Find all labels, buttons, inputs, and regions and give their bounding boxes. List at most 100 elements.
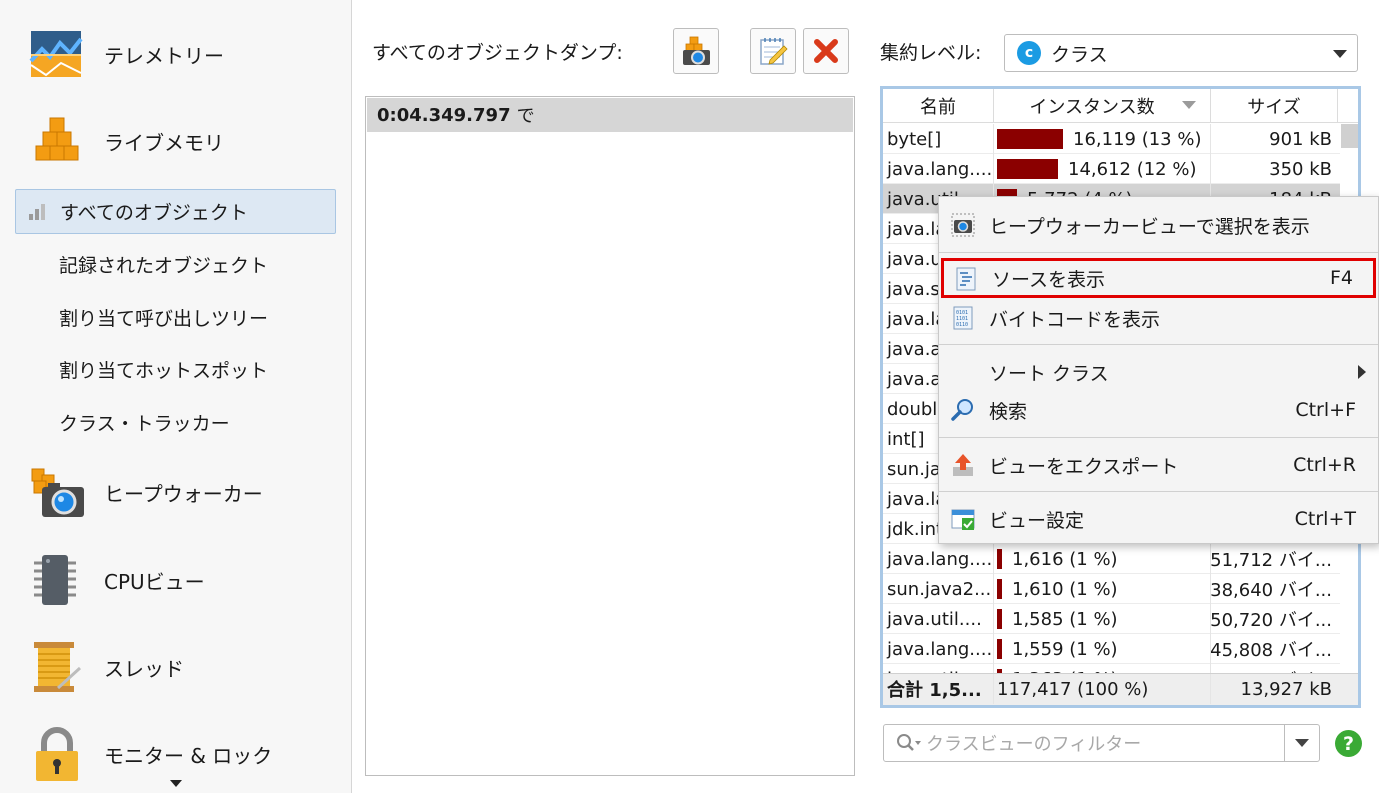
filter-dropdown-button[interactable] bbox=[1284, 725, 1319, 761]
total-name: 合計 1,5... bbox=[883, 674, 994, 704]
cell-class-name: java.util.... bbox=[883, 604, 994, 634]
take-heap-snapshot-button[interactable] bbox=[673, 28, 719, 74]
sidebar-item-recorded-objects[interactable]: 記録されたオブジェクト bbox=[15, 242, 336, 287]
sidebar-section-threads[interactable]: スレッド bbox=[0, 627, 351, 707]
instance-count-text: 14,612 (12 %) bbox=[1068, 158, 1197, 180]
table-scrollbar[interactable] bbox=[1341, 124, 1358, 148]
camera-icon bbox=[951, 213, 975, 237]
total-count: 117,417 (100 %) bbox=[994, 674, 1211, 704]
menu-separator bbox=[939, 491, 1378, 492]
sidebar-section-heap-walker[interactable]: ヒープウォーカー bbox=[0, 452, 351, 532]
sidebar-item-class-tracker[interactable]: クラス・トラッカー bbox=[15, 400, 336, 445]
menu-separator bbox=[939, 437, 1378, 438]
help-button[interactable]: ? bbox=[1335, 730, 1362, 757]
table-row[interactable]: java.lang.... 14,612 (12 %) 350 kB bbox=[883, 154, 1340, 184]
aggregation-level-value: クラス bbox=[1051, 43, 1108, 66]
column-header-name[interactable]: 名前 bbox=[883, 89, 994, 123]
lock-icon bbox=[36, 727, 78, 781]
cell-size: 45,808 バイ... bbox=[1211, 640, 1332, 661]
cpu-icon bbox=[34, 555, 76, 605]
sidebar-item-label: 割り当て呼び出しツリー bbox=[59, 308, 269, 330]
cell-class-name: java.lang.... bbox=[883, 544, 994, 574]
live-memory-icon bbox=[35, 117, 79, 161]
menu-item-find[interactable]: 検索 Ctrl+F bbox=[939, 390, 1378, 430]
cell-class-name: java.lang.... bbox=[883, 634, 994, 664]
sidebar-section-label: モニター & ロック bbox=[104, 743, 273, 768]
instance-count-bar bbox=[997, 609, 1002, 629]
table-row[interactable]: java.lang.... 1,616 (1 %) 51,712 バイ... bbox=[883, 544, 1340, 574]
instance-count-bar bbox=[997, 129, 1063, 149]
svg-text:0110: 0110 bbox=[956, 322, 968, 328]
menu-separator bbox=[939, 252, 1378, 253]
aggregation-level-label: 集約レベル: bbox=[880, 42, 982, 64]
submenu-arrow-icon bbox=[1358, 365, 1366, 379]
dump-entry[interactable]: 0:04.349.797 で bbox=[367, 98, 853, 132]
menu-item-show-in-heap-walker[interactable]: ヒープウォーカービューで選択を表示 bbox=[939, 205, 1378, 245]
sidebar-section-label: テレメトリー bbox=[104, 43, 224, 68]
menu-separator bbox=[939, 344, 1378, 345]
sidebar-section-label: CPUビュー bbox=[104, 569, 205, 594]
sort-descending-icon bbox=[1182, 101, 1196, 109]
instance-count-bar bbox=[997, 549, 1002, 569]
sidebar-section-label: ライブメモリ bbox=[104, 130, 224, 155]
cell-size: 38,640 バイ... bbox=[1211, 580, 1332, 601]
class-view-filter-input[interactable]: クラスビューのフィルター bbox=[883, 724, 1320, 762]
table-row[interactable]: byte[] 16,119 (13 %) 901 kB bbox=[883, 124, 1340, 154]
cell-instance-count: 16,119 (13 %) bbox=[994, 124, 1211, 154]
close-icon bbox=[814, 39, 838, 63]
cell-class-name: byte[] bbox=[883, 124, 994, 154]
telemetry-icon bbox=[29, 31, 83, 77]
object-dump-label: すべてのオブジェクトダンプ: bbox=[372, 42, 623, 64]
table-row[interactable]: java.lang.... 1,559 (1 %) 45,808 バイ... bbox=[883, 634, 1340, 664]
cell-size: 50,720 バイ... bbox=[1211, 610, 1332, 631]
sidebar-item-label: クラス・トラッカー bbox=[59, 413, 230, 435]
view-settings-icon bbox=[951, 509, 975, 530]
menu-item-sort-classes[interactable]: ソート クラス bbox=[939, 352, 1378, 392]
cell-size: 51,712 バイ... bbox=[1211, 550, 1332, 571]
bytecode-icon: 0101 1101 0110 bbox=[953, 306, 973, 330]
menu-item-show-source[interactable]: ソースを表示 F4 bbox=[941, 258, 1376, 298]
cell-instance-count: 1,559 (1 %) bbox=[994, 634, 1211, 664]
sidebar-section-live-memory[interactable]: ライブメモリ bbox=[0, 101, 351, 181]
cell-instance-count: 1,610 (1 %) bbox=[994, 574, 1211, 604]
dump-entry-suffix: で bbox=[516, 106, 535, 127]
sidebar-item-label: すべてのオブジェクト bbox=[60, 202, 248, 224]
table-row[interactable]: sun.java2... 1,610 (1 %) 38,640 バイ... bbox=[883, 574, 1340, 604]
sidebar-item-label: 記録されたオブジェクト bbox=[59, 255, 269, 277]
column-header-instance-count[interactable]: インスタンス数 bbox=[994, 89, 1211, 123]
sidebar-section-label: ヒープウォーカー bbox=[104, 481, 263, 506]
instance-count-text: 1,559 (1 %) bbox=[1012, 638, 1118, 660]
sidebar-section-cpu[interactable]: CPUビュー bbox=[0, 540, 351, 620]
heap-snapshot-icon bbox=[683, 36, 710, 65]
edit-button[interactable] bbox=[750, 28, 796, 74]
dump-entry-time: 0:04.349.797 bbox=[377, 104, 511, 126]
sidebar-scroll-down-icon[interactable] bbox=[170, 780, 182, 787]
sidebar-section-telemetry[interactable]: テレメトリー bbox=[0, 14, 351, 94]
chevron-down-icon bbox=[1295, 738, 1309, 747]
export-icon bbox=[953, 454, 973, 476]
instance-count-text: 16,119 (13 %) bbox=[1073, 128, 1202, 150]
menu-item-show-bytecode[interactable]: 0101 1101 0110 バイトコードを表示 bbox=[939, 298, 1378, 338]
search-icon bbox=[951, 399, 973, 421]
cell-instance-count: 1,616 (1 %) bbox=[994, 544, 1211, 574]
cell-class-name: sun.java2... bbox=[883, 574, 994, 604]
sidebar-item-allocation-hot-spots[interactable]: 割り当てホットスポット bbox=[15, 347, 336, 392]
search-icon bbox=[897, 734, 921, 751]
sidebar-item-allocation-call-tree[interactable]: 割り当て呼び出しツリー bbox=[15, 295, 336, 340]
aggregation-level-select[interactable]: c クラス bbox=[1004, 34, 1358, 72]
table-total-row: 合計 1,5... 117,417 (100 %) 13,927 kB bbox=[883, 673, 1358, 705]
threads-icon bbox=[34, 642, 82, 692]
sidebar-section-label: スレッド bbox=[104, 656, 184, 681]
sidebar-item-all-objects[interactable]: すべてのオブジェクト bbox=[15, 189, 336, 234]
menu-item-view-settings[interactable]: ビュー設定 Ctrl+T bbox=[939, 499, 1378, 539]
instance-count-bar bbox=[997, 579, 1002, 599]
delete-button[interactable] bbox=[803, 28, 849, 74]
column-header-size[interactable]: サイズ bbox=[1211, 89, 1338, 123]
instance-count-bar bbox=[997, 159, 1058, 179]
menu-item-export-view[interactable]: ビューをエクスポート Ctrl+R bbox=[939, 445, 1378, 485]
table-row[interactable]: java.util.... 1,585 (1 %) 50,720 バイ... bbox=[883, 604, 1340, 634]
sidebar: テレメトリー ライブメモリ すべてのオブジェクト 記録されたオブジェクト 割り当… bbox=[0, 0, 352, 793]
object-dump-list[interactable]: 0:04.349.797 で bbox=[365, 96, 855, 776]
instance-count-text: 1,616 (1 %) bbox=[1012, 548, 1118, 570]
cell-instance-count: 14,612 (12 %) bbox=[994, 154, 1211, 184]
